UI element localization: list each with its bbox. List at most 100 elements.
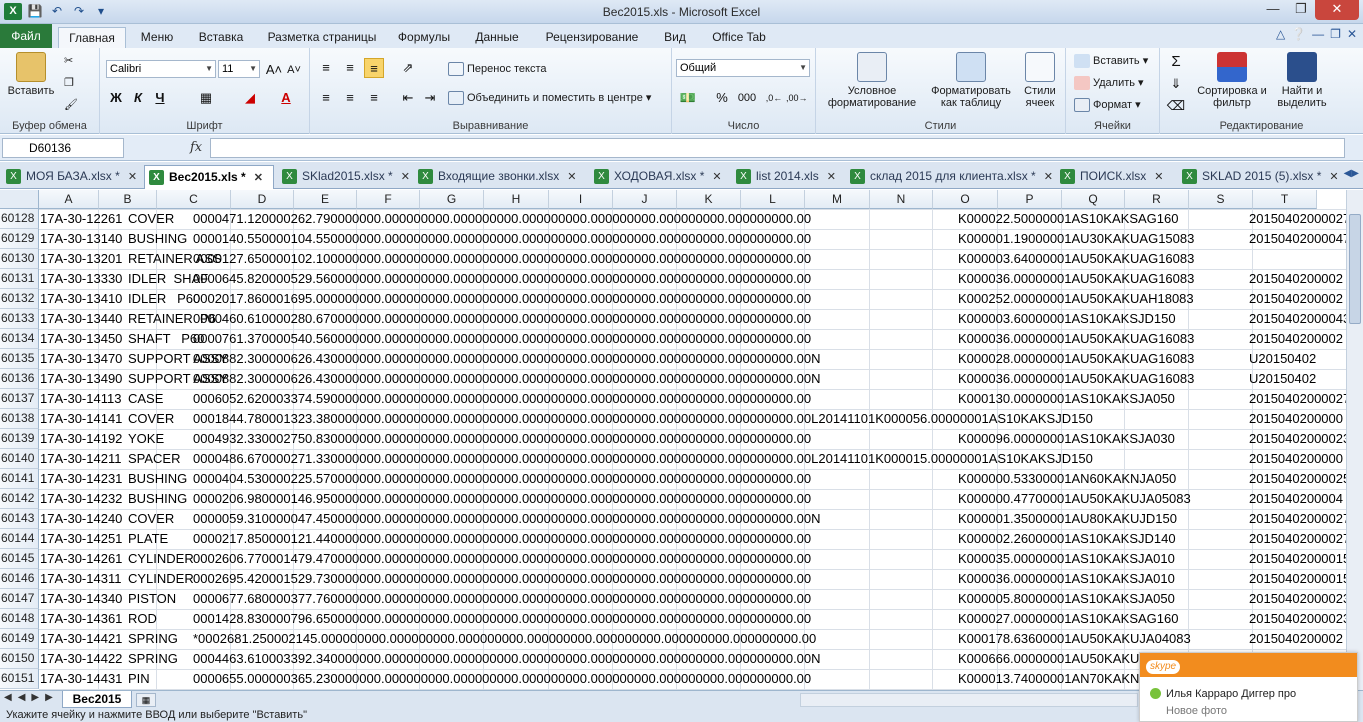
cell-date-code[interactable]: 201504020000431: [1249, 309, 1346, 329]
row-header[interactable]: 60146: [0, 569, 39, 589]
tab-insert[interactable]: Вставка: [190, 27, 252, 48]
cell-part-number[interactable]: 17A-30-14141: [40, 409, 122, 429]
orientation-icon[interactable]: ⇗: [398, 58, 418, 78]
cell-description[interactable]: COVER: [128, 209, 174, 229]
cell-code[interactable]: K000036.00000001AU50KAKUAG16083: [958, 329, 1194, 349]
cell-part-number[interactable]: 17A-30-13201: [40, 249, 122, 269]
cell-part-number[interactable]: 17A-30-14251: [40, 529, 122, 549]
column-header[interactable]: C: [157, 190, 231, 209]
row-header[interactable]: 60132: [0, 289, 39, 309]
row-header[interactable]: 60133: [0, 309, 39, 329]
cell-part-number[interactable]: 17A-30-14113: [40, 389, 121, 409]
column-header[interactable]: J: [613, 190, 677, 209]
cell-values[interactable]: 0000059.310000047.450000000.000000000.00…: [193, 509, 821, 529]
align-center-icon[interactable]: ≡: [340, 88, 360, 108]
cell-code[interactable]: K000666.00000001AU50KAKU: [958, 649, 1139, 669]
column-header[interactable]: Q: [1062, 190, 1125, 209]
column-header[interactable]: E: [294, 190, 357, 209]
cell-values[interactable]: 0000761.370000540.560000000.000000000.00…: [193, 329, 811, 349]
row-header[interactable]: 60145: [0, 549, 39, 569]
cell-date-code[interactable]: 2015040200004: [1249, 489, 1343, 509]
workbook-tab[interactable]: X МОЯ БАЗА.xlsx * ✕: [2, 165, 142, 189]
cell-date-code[interactable]: 20150402000023 4N8: [1249, 429, 1346, 449]
cell-code[interactable]: K000002.26000001AS10KAKSJD140: [958, 529, 1176, 549]
tab-file[interactable]: Файл: [0, 24, 52, 48]
cell-date-code[interactable]: U20150402: [1249, 349, 1316, 369]
close-icon[interactable]: ✕: [567, 171, 576, 183]
cell-date-code[interactable]: 2015040200000: [1249, 449, 1343, 469]
find-select-button[interactable]: Найти и выделить: [1272, 52, 1332, 109]
row-header[interactable]: 60135: [0, 349, 39, 369]
column-header[interactable]: T: [1253, 190, 1317, 209]
cell-values[interactable]: 0000140.550000104.550000000.000000000.00…: [193, 229, 811, 249]
row-header[interactable]: 60138: [0, 409, 39, 429]
cell-part-number[interactable]: 17A-30-13410: [40, 289, 122, 309]
cell-code[interactable]: K000000.53300001AN60KAKNJA050: [958, 469, 1176, 489]
cell-values[interactable]: 0002606.770001479.470000000.000000000.00…: [193, 549, 811, 569]
number-format-combo[interactable]: Общий ▼: [676, 59, 810, 77]
cell-part-number[interactable]: 17A-30-14431: [40, 669, 122, 689]
align-middle-icon[interactable]: ≡: [340, 58, 360, 78]
workbook-tab[interactable]: Xсклад 2015 для клиента.xlsx * ✕: [846, 165, 1053, 189]
cell-code[interactable]: K000000.47700001AU50KAKUJA05083: [958, 489, 1191, 509]
close-icon[interactable]: ✕: [254, 172, 263, 184]
clear-icon[interactable]: ⌫: [1166, 96, 1186, 116]
font-size-combo[interactable]: 11 ▼: [218, 60, 260, 78]
doc-minimize-icon[interactable]: —: [1312, 27, 1324, 41]
minimize-icon[interactable]: —: [1259, 0, 1287, 20]
cell-part-number[interactable]: 17A-30-13140: [40, 229, 122, 249]
shrink-font-icon[interactable]: A˅: [284, 60, 304, 80]
cell-grid[interactable]: 17A-30-12261 COVER 0000471.120000262.79000…: [39, 209, 1346, 690]
cell-values[interactable]: 0000486.670000271.330000000.000000000.00…: [193, 449, 1093, 469]
cell-description[interactable]: PLATE: [128, 529, 168, 549]
close-icon[interactable]: ✕: [401, 171, 410, 183]
select-all-corner[interactable]: [0, 190, 39, 209]
vertical-scrollbar[interactable]: [1346, 190, 1363, 690]
grow-font-icon[interactable]: A˄: [264, 60, 284, 80]
cell-code[interactable]: K000001.19000001AU30KAKUAG15083: [958, 229, 1194, 249]
scroll-thumb[interactable]: [1349, 214, 1361, 324]
cell-date-code[interactable]: 20150402000015 1N: [1249, 549, 1346, 569]
decrease-indent-icon[interactable]: ⇤: [398, 88, 418, 108]
cell-values[interactable]: *0002681.250002145.000000000.000000000.0…: [193, 629, 816, 649]
cell-description[interactable]: YOKE: [128, 429, 164, 449]
cell-description[interactable]: BUSHING: [128, 489, 187, 509]
cell-values[interactable]: 0000471.120000262.790000000.000000000.00…: [193, 209, 811, 229]
increase-decimal-icon[interactable]: ,0←: [764, 88, 784, 108]
copy-icon[interactable]: ❐: [64, 76, 74, 89]
cell-description[interactable]: COVER: [128, 509, 174, 529]
cell-description[interactable]: ROD: [128, 609, 157, 629]
cell-part-number[interactable]: 17A-30-14340: [40, 589, 122, 609]
tab-data[interactable]: Данные: [468, 27, 526, 48]
doc-close-icon[interactable]: ✕: [1347, 27, 1357, 41]
column-header[interactable]: N: [870, 190, 933, 209]
row-header[interactable]: 60128: [0, 209, 39, 229]
cell-values[interactable]: 0000677.680000377.760000000.000000000.00…: [193, 589, 811, 609]
horizontal-scrollbar[interactable]: [800, 693, 1138, 707]
column-header[interactable]: F: [357, 190, 420, 209]
cell-description[interactable]: PIN: [128, 669, 150, 689]
row-header[interactable]: 60139: [0, 429, 39, 449]
percent-button[interactable]: %: [712, 88, 732, 108]
cell-date-code[interactable]: 20150402000027 1N: [1249, 209, 1346, 229]
cell-values[interactable]: 0000217.850000121.440000000.000000000.00…: [193, 529, 811, 549]
cell-part-number[interactable]: 17A-30-14261: [40, 549, 122, 569]
insert-cells-button[interactable]: Вставить ▾: [1074, 54, 1148, 69]
workbook-tab[interactable]: X SKLAD 2015 (5).xlsx * ✕: [1178, 165, 1339, 189]
cell-part-number[interactable]: 17A-30-14232: [40, 489, 122, 509]
column-header[interactable]: M: [805, 190, 870, 209]
cell-date-code[interactable]: 2015040200002: [1249, 289, 1343, 309]
sheet-tab-active[interactable]: Bec2015: [62, 691, 132, 708]
workbook-tab[interactable]: Xlist 2014.xls ✕: [732, 165, 842, 189]
column-header[interactable]: H: [484, 190, 549, 209]
cell-part-number[interactable]: 17A-30-14240: [40, 509, 122, 529]
row-header[interactable]: 60129: [0, 229, 39, 249]
cell-part-number[interactable]: 17A-30-14192: [40, 429, 122, 449]
row-header[interactable]: 60134: [0, 329, 39, 349]
cell-code[interactable]: K000027.00000001AS10KAKSAG160: [958, 609, 1178, 629]
font-color-icon[interactable]: A: [276, 88, 296, 108]
cell-values[interactable]: 0002695.420001529.730000000.000000000.00…: [193, 569, 811, 589]
cell-part-number[interactable]: 17A-30-14211: [40, 449, 121, 469]
cell-code[interactable]: K000003.60000001AS10KAKSJD150: [958, 309, 1176, 329]
column-header[interactable]: G: [420, 190, 484, 209]
